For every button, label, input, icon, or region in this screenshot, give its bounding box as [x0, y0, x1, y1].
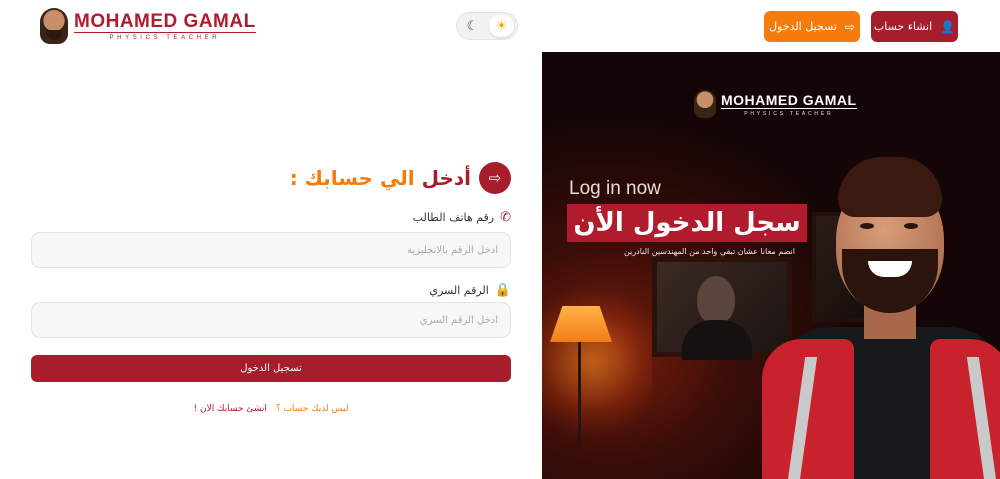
no-account-text: ليس لديك حساب ؟	[275, 404, 349, 414]
logo-subtitle: PHYSICS TEACHER	[109, 34, 221, 41]
create-account-link[interactable]: انشئ حسابك الان !	[194, 404, 267, 414]
login-submit-button[interactable]: تسجيل الدخول	[31, 355, 511, 382]
header-signup-button[interactable]: انشاء حساب 👤	[871, 11, 958, 42]
hero-logo-avatar-icon	[694, 90, 716, 118]
sun-icon[interactable]: ☀	[489, 15, 514, 37]
password-input[interactable]	[31, 302, 511, 338]
hero-image: MOHAMED GAMAL PHYSICS TEACHER Log in now…	[542, 52, 1000, 479]
hero-login-now: Log in now	[569, 178, 661, 199]
header-login-label: تسجيل الدخول	[769, 20, 837, 33]
signup-prompt: ليس لديك حساب ؟ انشئ حسابك الان !	[31, 404, 511, 414]
form-title-row: ⇨ أدخل الي حسابك :	[290, 162, 511, 194]
login-arrow-icon: ⇨	[844, 19, 855, 34]
header-signup-label: انشاء حساب	[873, 20, 933, 33]
site-logo[interactable]: MOHAMED GAMAL PHYSICS TEACHER	[40, 8, 256, 44]
logo-name: MOHAMED GAMAL	[74, 10, 256, 33]
logo-avatar-icon	[40, 8, 68, 44]
user-plus-icon: 👤	[940, 19, 956, 34]
login-arrow-icon: ⇨	[479, 162, 511, 194]
password-label: 🔒 الرقم السري	[429, 283, 511, 298]
teacher-photo	[732, 157, 1000, 479]
form-title: أدخل الي حسابك :	[289, 166, 471, 190]
lock-icon: 🔒	[494, 283, 511, 298]
hero-brand-subtitle: PHYSICS TEACHER	[744, 110, 834, 117]
moon-icon[interactable]: ☾	[460, 15, 485, 37]
phone-icon: ✆	[500, 210, 511, 225]
phone-label: ✆ رقم هاتف الطالب	[412, 210, 511, 225]
header-login-button[interactable]: تسجيل الدخول ⇨	[764, 11, 860, 42]
hero-brand-name: MOHAMED GAMAL	[721, 91, 857, 109]
login-page: MOHAMED GAMAL PHYSICS TEACHER ☾ ☀ تسجيل …	[0, 0, 1000, 479]
phone-input[interactable]	[31, 232, 511, 268]
theme-toggle[interactable]: ☾ ☀	[456, 12, 518, 40]
hero-logo: MOHAMED GAMAL PHYSICS TEACHER	[694, 90, 857, 118]
